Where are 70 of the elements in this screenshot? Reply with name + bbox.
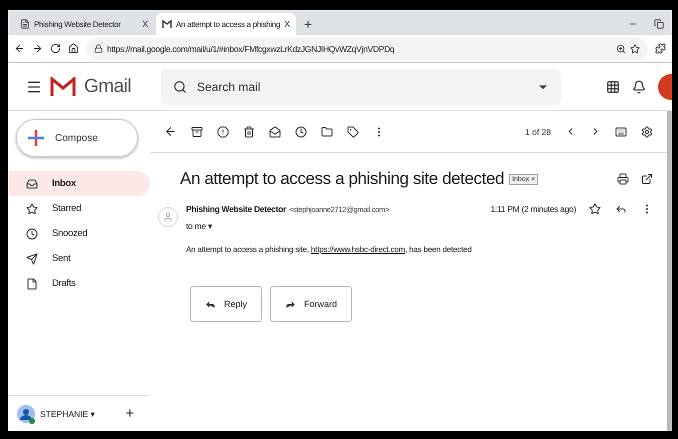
email-time: 1:11 PM (2 minutes ago) (490, 204, 576, 214)
new-window-icon[interactable] (641, 173, 653, 185)
account-name[interactable]: STEPHANIE ▾ (40, 408, 96, 418)
browser-tab[interactable]: Phishing Website Detector X (14, 13, 154, 35)
address-bar[interactable]: https://mail.google.com/mail/u/1/#inbox/FMfcgxwzLrKdzJGNJIHQvWZqVjnVDPDq (86, 38, 648, 60)
home-icon[interactable] (68, 43, 79, 54)
user-avatar-icon (16, 404, 36, 424)
nav-item[interactable]: Inbox (8, 171, 150, 196)
menu-icon[interactable] (26, 78, 42, 94)
product-name: Gmail (84, 76, 132, 98)
compose-button[interactable]: Compose (16, 119, 138, 157)
star-icon[interactable] (589, 203, 601, 215)
close-tab-button[interactable]: X (142, 19, 148, 29)
folder-icon[interactable] (321, 126, 333, 138)
phishing-link[interactable]: https://www.hsbc-direct.com (310, 245, 406, 254)
back-icon[interactable] (164, 125, 177, 138)
search-icon[interactable] (173, 80, 187, 94)
tag-icon[interactable] (347, 126, 359, 138)
recipient-text[interactable]: to me ▾ (186, 221, 213, 231)
clock-icon[interactable] (26, 228, 38, 240)
archive-icon[interactable] (191, 126, 203, 138)
lock-icon[interactable] (94, 44, 103, 53)
mail-icon[interactable] (269, 126, 281, 138)
forward-icon[interactable] (32, 43, 43, 54)
star-icon[interactable] (26, 202, 38, 214)
close-tab-button[interactable]: X (284, 19, 290, 29)
reload-icon[interactable] (50, 43, 61, 54)
reply-icon[interactable] (615, 203, 627, 215)
page-icon[interactable] (20, 19, 30, 29)
browser-tab[interactable]: An attempt to access a phishing X (156, 13, 296, 35)
gmail-logo-icon (50, 76, 76, 96)
sender-name: Phishing Website Detector (186, 204, 286, 214)
settings-icon[interactable] (641, 126, 653, 138)
nav-item[interactable]: Drafts (8, 271, 150, 296)
send-icon[interactable] (26, 252, 38, 264)
email-body: An attempt to access a phishing site, https://www.hsbc-direct.com, has been detected (186, 245, 473, 254)
forward-icon (285, 298, 296, 310)
spam-icon[interactable] (217, 126, 229, 138)
nav-item[interactable]: Starred (8, 196, 150, 221)
nav-item[interactable]: Snoozed (8, 221, 150, 246)
search-field[interactable]: Search mail (195, 78, 529, 94)
restore-icon[interactable] (654, 19, 664, 29)
keyboard-icon[interactable] (615, 126, 627, 138)
search-bar[interactable]: Search mail (161, 68, 561, 104)
add-account-button[interactable]: + (126, 405, 134, 422)
plus-icon (27, 129, 45, 147)
bell-icon[interactable] (632, 80, 646, 94)
nav-item[interactable]: Sent (8, 246, 150, 271)
reply-icon (205, 298, 216, 310)
new-tab-button[interactable]: + (298, 16, 318, 35)
clock-icon[interactable] (295, 126, 307, 138)
person-icon (163, 212, 173, 222)
zoom-icon[interactable] (616, 44, 626, 54)
print-icon[interactable] (617, 173, 629, 185)
action-button[interactable]: Reply (190, 286, 262, 322)
action-button[interactable]: Forward (270, 286, 352, 322)
file-icon[interactable] (26, 278, 38, 290)
apps-icon[interactable] (606, 80, 620, 94)
trash-icon[interactable] (243, 126, 255, 138)
back-icon[interactable] (14, 43, 25, 54)
url-text: https://mail.google.com/mail/u/1/#inbox/FMfcgxwzLrKdzJGNJIHQvWZqVjnVDPDq (107, 44, 396, 54)
pager-text: 1 of 28 (525, 126, 551, 136)
inbox-icon[interactable] (26, 178, 38, 190)
extension-icon[interactable] (655, 43, 666, 54)
star-icon[interactable] (630, 44, 640, 54)
tab-title: Phishing Website Detector (34, 20, 122, 28)
account-avatar[interactable] (658, 74, 672, 100)
tab-title: An attempt to access a phishing (176, 20, 280, 28)
email-subject: An attempt to access a phishing site detected (180, 169, 504, 189)
gmail-logo-icon (162, 20, 172, 28)
